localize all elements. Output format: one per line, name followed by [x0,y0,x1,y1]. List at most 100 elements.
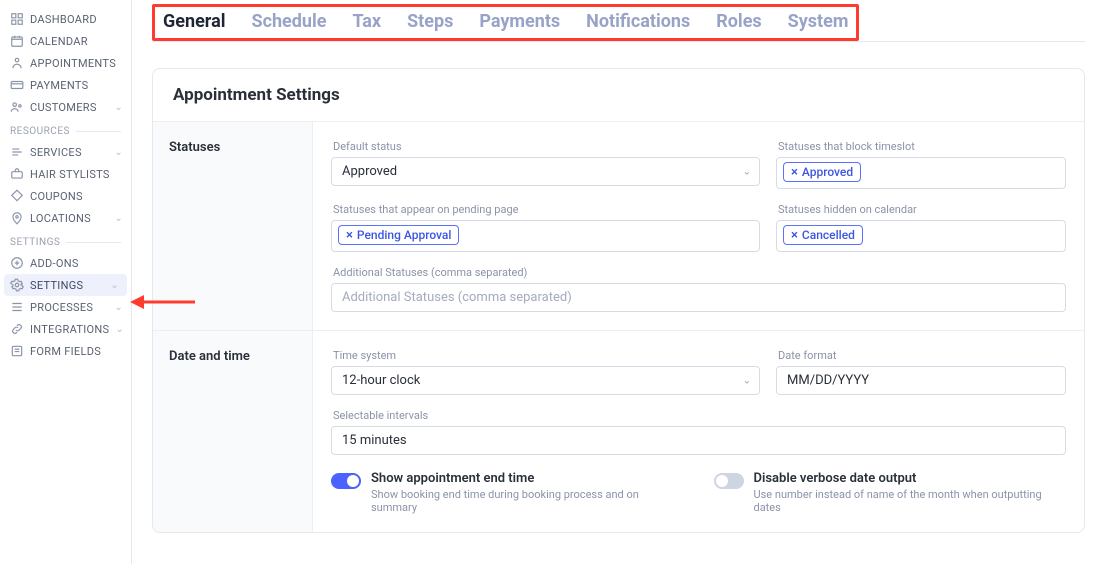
link-icon [10,322,24,336]
tag-icon [10,189,24,203]
briefcase-icon [10,167,24,181]
time-system-select[interactable]: 12-hour clock ⌄ [331,366,760,395]
hidden-calendar-input[interactable]: × Cancelled [776,220,1066,252]
calendar-icon [10,34,24,48]
field-label-hidden-calendar: Statuses hidden on calendar [778,203,1066,216]
field-label-time-system: Time system [333,349,760,362]
select-value: Approved [342,164,397,179]
sidebar-item-services[interactable]: SERVICES ⌄ [0,141,131,163]
sidebar-item-formfields[interactable]: FORM FIELDS [0,340,131,362]
default-status-select[interactable]: Approved ⌄ [331,157,760,186]
chevron-down-icon: ⌄ [114,102,123,113]
sidebar-item-settings[interactable]: SETTINGS ⌄ [4,274,127,296]
sidebar-item-label: APPOINTMENTS [30,57,116,70]
chevron-down-icon: ⌄ [743,375,751,386]
section-statuses: Statuses Default status Approved ⌄ Statu… [153,122,1084,331]
sidebar-item-label: HAIR STYLISTS [30,168,110,181]
block-timeslot-input[interactable]: × Approved [776,157,1066,189]
tag-remove-icon[interactable]: × [346,229,353,242]
tag-cancelled: × Cancelled [783,225,863,245]
sidebar-item-label: CUSTOMERS [30,101,97,114]
sidebar-item-label: DASHBOARD [30,13,97,26]
sidebar-item-label: ADD-ONS [30,257,79,270]
services-icon [10,145,24,159]
tag-label: Cancelled [802,228,855,242]
tab-tax[interactable]: Tax [352,11,381,32]
sidebar-section-settings-label: SETTINGS [0,231,131,250]
sidebar-item-payments[interactable]: PAYMENTS [0,74,131,96]
tag-label: Approved [802,165,853,179]
chevron-down-icon: ⌄ [110,280,119,291]
sidebar-item-customers[interactable]: CUSTOMERS ⌄ [0,96,131,118]
select-value: MM/DD/YYYY [787,373,869,388]
field-label-date-format: Date format [778,349,1066,362]
tab-roles[interactable]: Roles [716,11,761,32]
field-label-pending-page: Statuses that appear on pending page [333,203,760,216]
chevron-down-icon: ⌄ [114,147,123,158]
pending-page-input[interactable]: × Pending Approval [331,220,760,252]
sidebar-item-dashboard[interactable]: DASHBOARD [0,8,131,30]
sidebar-item-label: PAYMENTS [30,79,88,92]
sidebar-item-label: INTEGRATIONS [30,323,109,336]
section-label-datetime: Date and time [153,331,313,532]
sidebar-item-processes[interactable]: PROCESSES ⌄ [0,296,131,318]
appointment-settings-card: Appointment Settings Statuses Default st… [152,68,1085,533]
sidebar-item-label: SERVICES [30,146,82,159]
location-icon [10,211,24,225]
sidebar-item-coupons[interactable]: COUPONS [0,185,131,207]
tag-remove-icon[interactable]: × [791,166,798,179]
sidebar-item-appointments[interactable]: APPOINTMENTS [0,52,131,74]
field-label-block-timeslot: Statuses that block timeslot [778,140,1066,153]
card-icon [10,78,24,92]
section-datetime: Date and time Time system 12-hour clock … [153,331,1084,532]
sidebar-item-integrations[interactable]: INTEGRATIONS ⌄ [0,318,131,340]
toggle-title: Disable verbose date output [754,471,1067,486]
sidebar-item-label: SETTINGS [30,279,83,292]
chevron-down-icon: ⌄ [114,213,123,224]
tab-payments[interactable]: Payments [479,11,560,32]
sidebar-item-addons[interactable]: ADD-ONS [0,252,131,274]
sidebar: DASHBOARD CALENDAR APPOINTMENTS PAYMENTS… [0,0,132,564]
tab-notifications[interactable]: Notifications [586,11,690,32]
tab-system[interactable]: System [788,11,849,32]
main-content: General Schedule Tax Steps Payments Noti… [132,0,1105,564]
field-label-default-status: Default status [333,140,760,153]
select-value: 12-hour clock [342,373,420,388]
tab-steps[interactable]: Steps [407,11,453,32]
sidebar-section-resources-label: RESOURCES [0,120,131,139]
sidebar-item-label: LOCATIONS [30,212,91,225]
toggle-title: Show appointment end time [371,471,684,486]
tag-remove-icon[interactable]: × [791,229,798,242]
customers-icon [10,100,24,114]
sidebar-item-label: FORM FIELDS [30,345,101,358]
sidebar-item-calendar[interactable]: CALENDAR [0,30,131,52]
intervals-select[interactable]: 15 minutes [331,426,1066,455]
tab-general[interactable]: General [163,11,226,32]
sidebar-item-stylists[interactable]: HAIR STYLISTS [0,163,131,185]
tag-approved: × Approved [783,162,861,182]
tab-schedule[interactable]: Schedule [252,11,327,32]
chevron-down-icon: ⌄ [743,166,751,177]
sidebar-item-label: PROCESSES [30,301,93,314]
toggle-disable-verbose[interactable] [714,473,744,489]
sidebar-item-locations[interactable]: LOCATIONS ⌄ [0,207,131,229]
chevron-down-icon: ⌄ [114,302,123,313]
stack-icon [10,300,24,314]
gear-icon [10,278,24,292]
toggle-show-end-time[interactable] [331,473,361,489]
appointments-icon [10,56,24,70]
tag-label: Pending Approval [357,228,452,242]
tag-pending-approval: × Pending Approval [338,225,459,245]
field-label-intervals: Selectable intervals [333,409,1066,422]
form-icon [10,344,24,358]
plus-circle-icon [10,256,24,270]
section-label-statuses: Statuses [153,122,313,330]
additional-statuses-input[interactable]: Additional Statuses (comma separated) [331,283,1066,312]
sidebar-item-label: CALENDAR [30,35,88,48]
date-format-select[interactable]: MM/DD/YYYY [776,366,1066,395]
dashboard-icon [10,12,24,26]
select-value: 15 minutes [342,433,407,448]
field-label-additional-statuses: Additional Statuses (comma separated) [333,266,1066,279]
toggle-desc: Use number instead of name of the month … [754,488,1067,514]
chevron-down-icon: ⌄ [115,324,124,335]
